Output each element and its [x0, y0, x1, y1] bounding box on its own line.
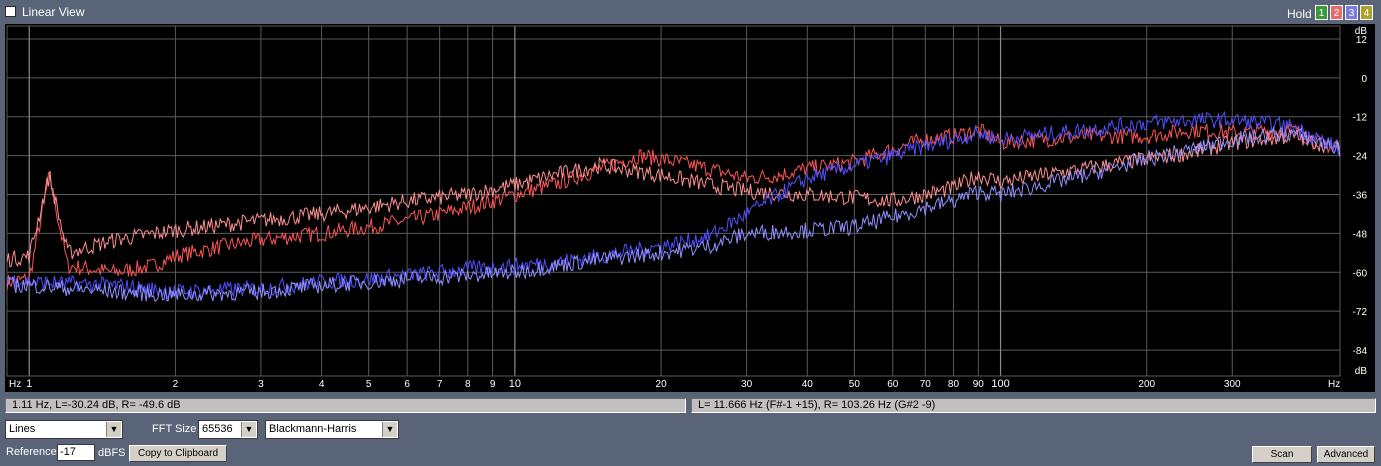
y-tick-label: -72 — [1353, 307, 1368, 318]
spectrum-series-line — [6, 110, 1341, 301]
advanced-button[interactable]: Advanced — [1317, 446, 1375, 463]
reference-input[interactable]: -17 — [57, 444, 95, 461]
spectrum-series-line — [6, 125, 1341, 302]
x-tick-label: 10 — [509, 378, 521, 390]
spectrum-series-line — [6, 122, 1341, 291]
plot-grid — [6, 25, 1341, 377]
fft-size-value: 65536 — [202, 423, 233, 435]
title-bar: Linear View Hold 1 2 3 4 — [0, 0, 1381, 24]
window-select[interactable]: Blackmann-Harris ▼ — [265, 420, 399, 439]
x-tick-label: 50 — [849, 379, 861, 390]
fft-size-label: FFT Size — [152, 423, 197, 435]
hold-button-3[interactable]: 3 — [1345, 5, 1358, 20]
window-value: Blackmann-Harris — [269, 423, 357, 435]
y-tick-label: -84 — [1353, 346, 1368, 357]
x-tick-label: 40 — [802, 379, 814, 390]
plot-series — [6, 110, 1341, 302]
x-tick-label: 80 — [948, 379, 960, 390]
x-tick-label: 3 — [258, 379, 264, 390]
x-tick-label: 1 — [26, 378, 32, 390]
hold-button-1[interactable]: 1 — [1315, 5, 1328, 20]
x-tick-label: 70 — [920, 379, 932, 390]
x-tick-label: 20 — [656, 379, 668, 390]
x-tick-label: 200 — [1138, 379, 1155, 390]
hold-button-2[interactable]: 2 — [1330, 5, 1343, 20]
y-tick-label: -36 — [1353, 191, 1368, 202]
x-tick-label: 8 — [465, 379, 471, 390]
x-tick-label: 7 — [437, 379, 443, 390]
y-tick-label: 0 — [1361, 74, 1367, 85]
peak-readout: L= 11.666 Hz (F#-1 +15), R= 103.26 Hz (G… — [691, 398, 1376, 413]
y-tick-label: -60 — [1353, 268, 1368, 279]
spectrum-plot[interactable]: 120-12-24-36-48-60-72-84dBdBHz Hz1 2 3 4 5 6 7 8… — [5, 24, 1375, 392]
fft-size-select[interactable]: 65536 ▼ — [198, 420, 258, 439]
display-mode-select[interactable]: Lines ▼ — [5, 420, 123, 439]
cursor-readout: 1.11 Hz, L=-30.24 dB, R= -49.6 dB — [5, 398, 686, 413]
x-tick-label: 4 — [319, 379, 325, 390]
x-tick-label: 300 — [1224, 379, 1241, 390]
chevron-down-icon: ▼ — [106, 422, 121, 437]
x-tick-label: 30 — [741, 379, 753, 390]
x-unit-label-left: Hz — [9, 379, 21, 390]
x-unit-label-right: Hz — [1328, 379, 1340, 390]
hold-label: Hold — [1287, 7, 1312, 21]
linear-view-label: Linear View — [22, 5, 85, 19]
y-tick-label: -48 — [1353, 229, 1368, 240]
reference-label: Reference — [6, 446, 57, 458]
chevron-down-icon: ▼ — [382, 422, 397, 437]
x-tick-label: 100 — [991, 378, 1009, 390]
y-tick-label: -12 — [1353, 113, 1368, 124]
reference-unit: dBFS — [98, 447, 126, 459]
linear-view-checkbox[interactable] — [5, 6, 16, 17]
display-mode-value: Lines — [9, 423, 36, 435]
y-unit-label-bottom: dB — [1355, 366, 1368, 377]
x-tick-label: 60 — [887, 379, 899, 390]
x-tick-label: 6 — [404, 379, 410, 390]
x-tick-label: 2 — [173, 379, 179, 390]
x-tick-label: 5 — [366, 379, 372, 390]
y-unit-label-top: dB — [1355, 26, 1368, 37]
x-tick-label: 9 — [490, 379, 496, 390]
y-tick-label: -24 — [1353, 152, 1368, 163]
scan-button[interactable]: Scan — [1252, 446, 1312, 463]
hold-button-4[interactable]: 4 — [1360, 5, 1373, 20]
x-tick-label: 90 — [973, 379, 985, 390]
chevron-down-icon: ▼ — [241, 422, 256, 437]
plot-labels: 120-12-24-36-48-60-72-84dBdBHz Hz1 2 3 4 5 6 7 8… — [9, 26, 1367, 390]
plot-frame — [6, 25, 1341, 377]
copy-to-clipboard-button[interactable]: Copy to Clipboard — [129, 445, 227, 462]
